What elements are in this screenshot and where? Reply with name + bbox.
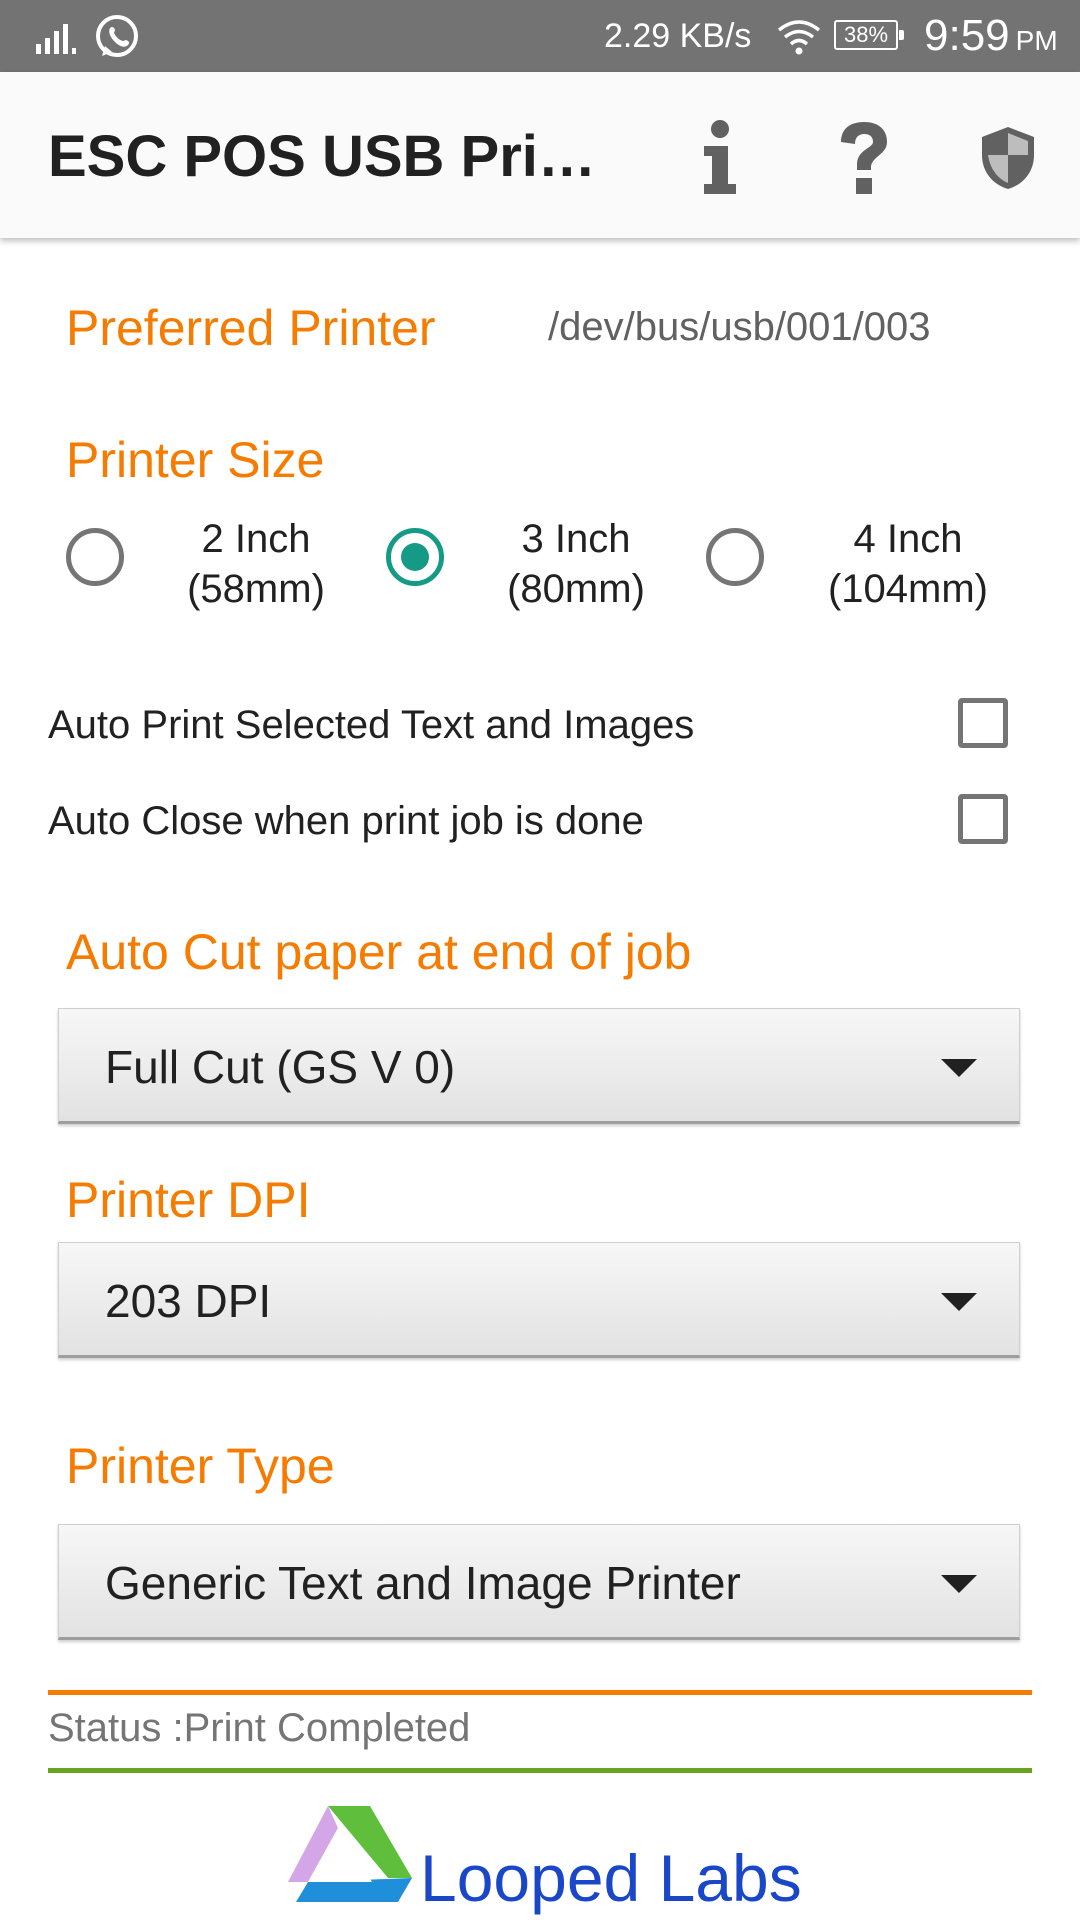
signal-icon <box>36 24 76 54</box>
info-icon[interactable] <box>680 118 760 198</box>
auto-cut-dropdown[interactable]: Full Cut (GS V 0) <box>58 1008 1020 1124</box>
preferred-printer-value[interactable]: /dev/bus/usb/001/003 <box>548 302 931 352</box>
auto-close-checkbox[interactable] <box>958 794 1008 844</box>
auto-cut-selected: Full Cut (GS V 0) <box>105 1041 456 1093</box>
status-text: Status :Print Completed <box>48 1706 471 1750</box>
app-bar: ESC POS USB Print... <box>0 72 1080 238</box>
looped-labs-logo-icon[interactable] <box>288 1798 412 1902</box>
radio-4-inch-label[interactable]: 4 Inch (104mm) <box>808 514 1008 614</box>
battery-icon: 38% <box>834 20 904 50</box>
clock-ampm: PM <box>1015 25 1058 56</box>
divider-orange <box>48 1690 1032 1695</box>
printer-type-selected: Generic Text and Image Printer <box>105 1557 741 1609</box>
dropdown-arrow-icon <box>941 1059 977 1077</box>
network-speed: 2.29 KB/s <box>604 17 752 55</box>
shield-icon[interactable] <box>968 118 1048 198</box>
battery-level: 38% <box>843 22 889 47</box>
wifi-icon <box>777 20 821 55</box>
whatsapp-icon <box>96 15 138 57</box>
clock: 9:59 PM <box>924 10 1058 67</box>
preferred-printer-label: Preferred Printer <box>66 300 436 356</box>
radio-4-inch[interactable] <box>706 528 764 586</box>
brand-name[interactable]: Looped Labs <box>420 1840 802 1916</box>
auto-close-label: Auto Close when print job is done <box>48 799 644 843</box>
printer-dpi-dropdown[interactable]: 203 DPI <box>58 1242 1020 1358</box>
status-bar: 2.29 KB/s 38% 9:59 PM <box>0 0 1080 72</box>
dropdown-arrow-icon <box>941 1293 977 1311</box>
auto-print-checkbox[interactable] <box>958 698 1008 748</box>
auto-print-label: Auto Print Selected Text and Images <box>48 703 695 747</box>
divider-green <box>48 1768 1032 1773</box>
printer-dpi-selected: 203 DPI <box>105 1275 272 1327</box>
printer-size-label: Printer Size <box>66 432 325 488</box>
printer-dpi-label: Printer DPI <box>66 1172 311 1228</box>
radio-3-inch[interactable] <box>386 528 444 586</box>
clock-time: 9:59 <box>924 11 1010 60</box>
radio-2-inch[interactable] <box>66 528 124 586</box>
radio-2-inch-label[interactable]: 2 Inch (58mm) <box>176 514 336 614</box>
printer-type-label: Printer Type <box>66 1438 335 1494</box>
app-title: ESC POS USB Print... <box>48 124 608 189</box>
radio-3-inch-label[interactable]: 3 Inch (80mm) <box>496 514 656 614</box>
dropdown-arrow-icon <box>941 1575 977 1593</box>
help-icon[interactable] <box>824 118 904 198</box>
auto-cut-label: Auto Cut paper at end of job <box>66 924 692 980</box>
printer-type-dropdown[interactable]: Generic Text and Image Printer <box>58 1524 1020 1640</box>
